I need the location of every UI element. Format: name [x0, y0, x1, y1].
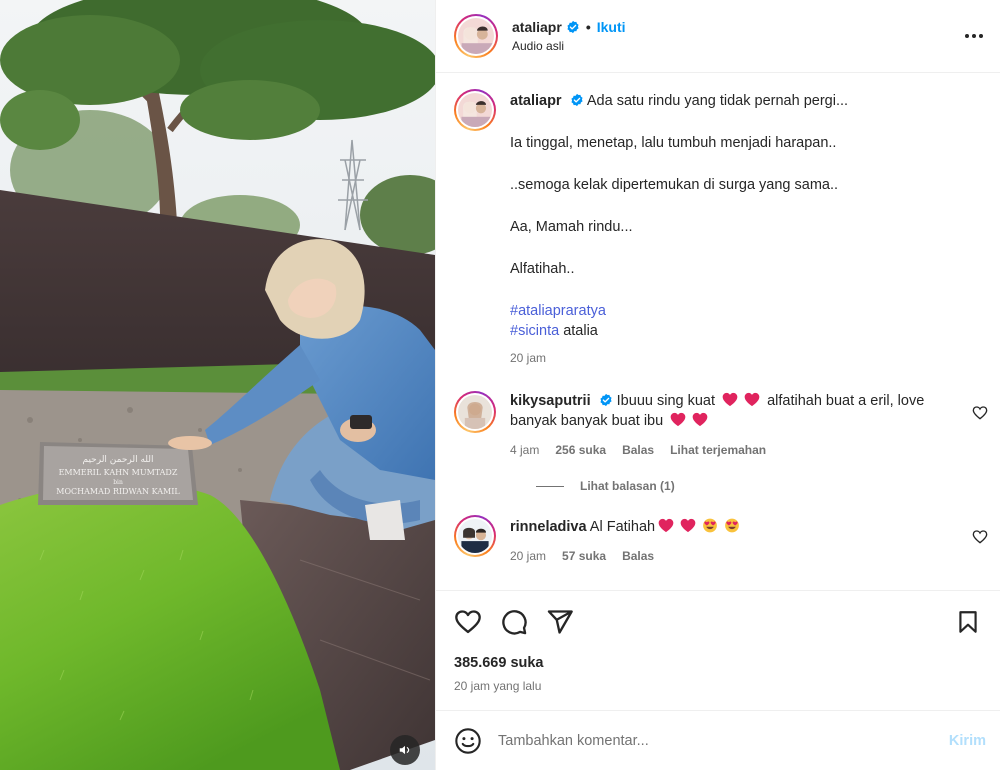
commenter-avatar-ring[interactable] — [454, 391, 496, 433]
caption-line-5: Alfatihah.. — [510, 261, 575, 277]
hashtag-link[interactable]: #sicinta — [510, 323, 559, 339]
save-button[interactable] — [954, 608, 982, 636]
post-timestamp[interactable]: 20 jam yang lalu — [454, 679, 982, 693]
caption-hashtag-suffix: atalia — [559, 323, 598, 339]
comment-text: Al Fatihah — [589, 519, 656, 535]
hashtag-link[interactable]: #ataliapraratya — [510, 301, 956, 321]
add-comment-bar: Kirim — [436, 710, 1000, 770]
audio-label[interactable]: Audio asli — [512, 39, 626, 53]
caption-line-1: Ada satu rindu yang tidak pernah pergi..… — [586, 93, 849, 109]
author-username[interactable]: ataliapr — [512, 19, 562, 35]
post-side-panel: ataliapr • Ikuti Audio asli ataliapr Ada… — [435, 0, 1000, 770]
caption-line-4: Aa, Mamah rindu... — [510, 219, 633, 235]
caption-avatar-ring[interactable] — [454, 89, 496, 131]
pink-heart-emoji-icon — [670, 412, 686, 427]
tombstone-father: MOCHAMAD RIDWAN KAMIL — [56, 487, 180, 496]
reply-button[interactable]: Balas — [622, 443, 654, 457]
comment-item: rinneladiva Al Fatihah 20 jam 57 suka Ba… — [454, 515, 988, 563]
heart-icon — [455, 610, 481, 634]
mute-toggle-button[interactable] — [390, 735, 420, 765]
paper-plane-icon — [547, 610, 573, 634]
commenter-avatar-ring[interactable] — [454, 515, 496, 557]
instagram-post-view: الله الرحمن الرحيم EMMERIL KAHN MUMTADZ … — [0, 0, 1000, 770]
pink-heart-emoji-icon — [722, 392, 738, 407]
like-comment-heart-icon[interactable] — [972, 405, 988, 421]
view-replies-label: Lihat balasan (1) — [580, 479, 675, 493]
pink-heart-emoji-icon — [680, 518, 696, 533]
avatar — [458, 18, 494, 54]
caption-username[interactable]: ataliapr — [510, 93, 562, 109]
comment-button[interactable] — [500, 608, 528, 636]
post-header: ataliapr • Ikuti Audio asli — [436, 0, 1000, 73]
speaker-icon — [399, 745, 410, 755]
reply-button[interactable]: Balas — [622, 549, 654, 563]
verified-badge-icon — [567, 20, 579, 34]
verified-badge-icon — [600, 393, 612, 407]
bookmark-icon — [959, 611, 977, 633]
heart-eyes-emoji-icon — [703, 518, 717, 533]
likes-count[interactable]: 385.669 suka — [454, 655, 982, 671]
comment-timestamp[interactable]: 4 jam — [510, 443, 539, 457]
commenter-username[interactable]: rinneladiva — [510, 519, 587, 535]
view-replies-button[interactable]: Lihat balasan (1) — [516, 479, 982, 493]
caption-line-2: Ia tinggal, menetap, lalu tumbuh menjadi… — [510, 135, 837, 151]
comment-text: Ibuuu sing kuat — [616, 393, 716, 409]
caption-line-3: ..semoga kelak dipertemukan di surga yan… — [510, 177, 839, 193]
heart-eyes-emoji-icon — [725, 518, 739, 533]
like-button[interactable] — [454, 608, 482, 636]
comment-bubble-icon — [502, 610, 527, 635]
avatar — [458, 395, 492, 429]
more-dots-icon — [965, 34, 983, 38]
tombstone-name: EMMERIL KAHN MUMTADZ — [59, 468, 178, 477]
comments-section[interactable]: ataliapr Ada satu rindu yang tidak perna… — [436, 73, 1000, 590]
pink-heart-emoji-icon — [658, 518, 674, 533]
comment-likes-count[interactable]: 256 suka — [555, 443, 606, 457]
caption-timestamp[interactable]: 20 jam — [510, 351, 546, 365]
author-avatar-ring[interactable] — [454, 14, 498, 58]
caption: ataliapr Ada satu rindu yang tidak perna… — [454, 89, 982, 365]
share-button[interactable] — [546, 608, 574, 636]
post-media[interactable]: الله الرحمن الرحيم EMMERIL KAHN MUMTADZ … — [0, 0, 435, 770]
comment-timestamp[interactable]: 20 jam — [510, 549, 546, 563]
more-options-button[interactable] — [960, 22, 988, 50]
pink-heart-emoji-icon — [744, 392, 760, 407]
post-photo: الله الرحمن الرحيم EMMERIL KAHN MUMTADZ … — [0, 0, 435, 770]
see-translation-button[interactable]: Lihat terjemahan — [670, 443, 766, 457]
follow-button[interactable]: Ikuti — [597, 19, 626, 35]
pink-heart-emoji-icon — [692, 412, 708, 427]
commenter-username[interactable]: kikysaputrii — [510, 393, 591, 409]
emoji-picker-icon[interactable] — [454, 727, 482, 755]
comment-item: kikysaputrii Ibuuu sing kuat alfatihah b… — [454, 391, 988, 457]
like-comment-heart-icon[interactable] — [972, 529, 988, 545]
tombstone-arabic: الله الرحمن الرحيم — [82, 455, 153, 465]
separator-dot: • — [585, 19, 591, 35]
comment-likes-count[interactable]: 57 suka — [562, 549, 606, 563]
avatar — [458, 519, 492, 553]
avatar — [458, 93, 492, 127]
verified-badge-icon — [571, 93, 583, 107]
post-comment-button[interactable]: Kirim — [949, 733, 986, 749]
tombstone-bin: bin — [113, 479, 123, 486]
post-actions: 385.669 suka 20 jam yang lalu — [436, 590, 1000, 710]
comment-input[interactable] — [498, 732, 949, 749]
